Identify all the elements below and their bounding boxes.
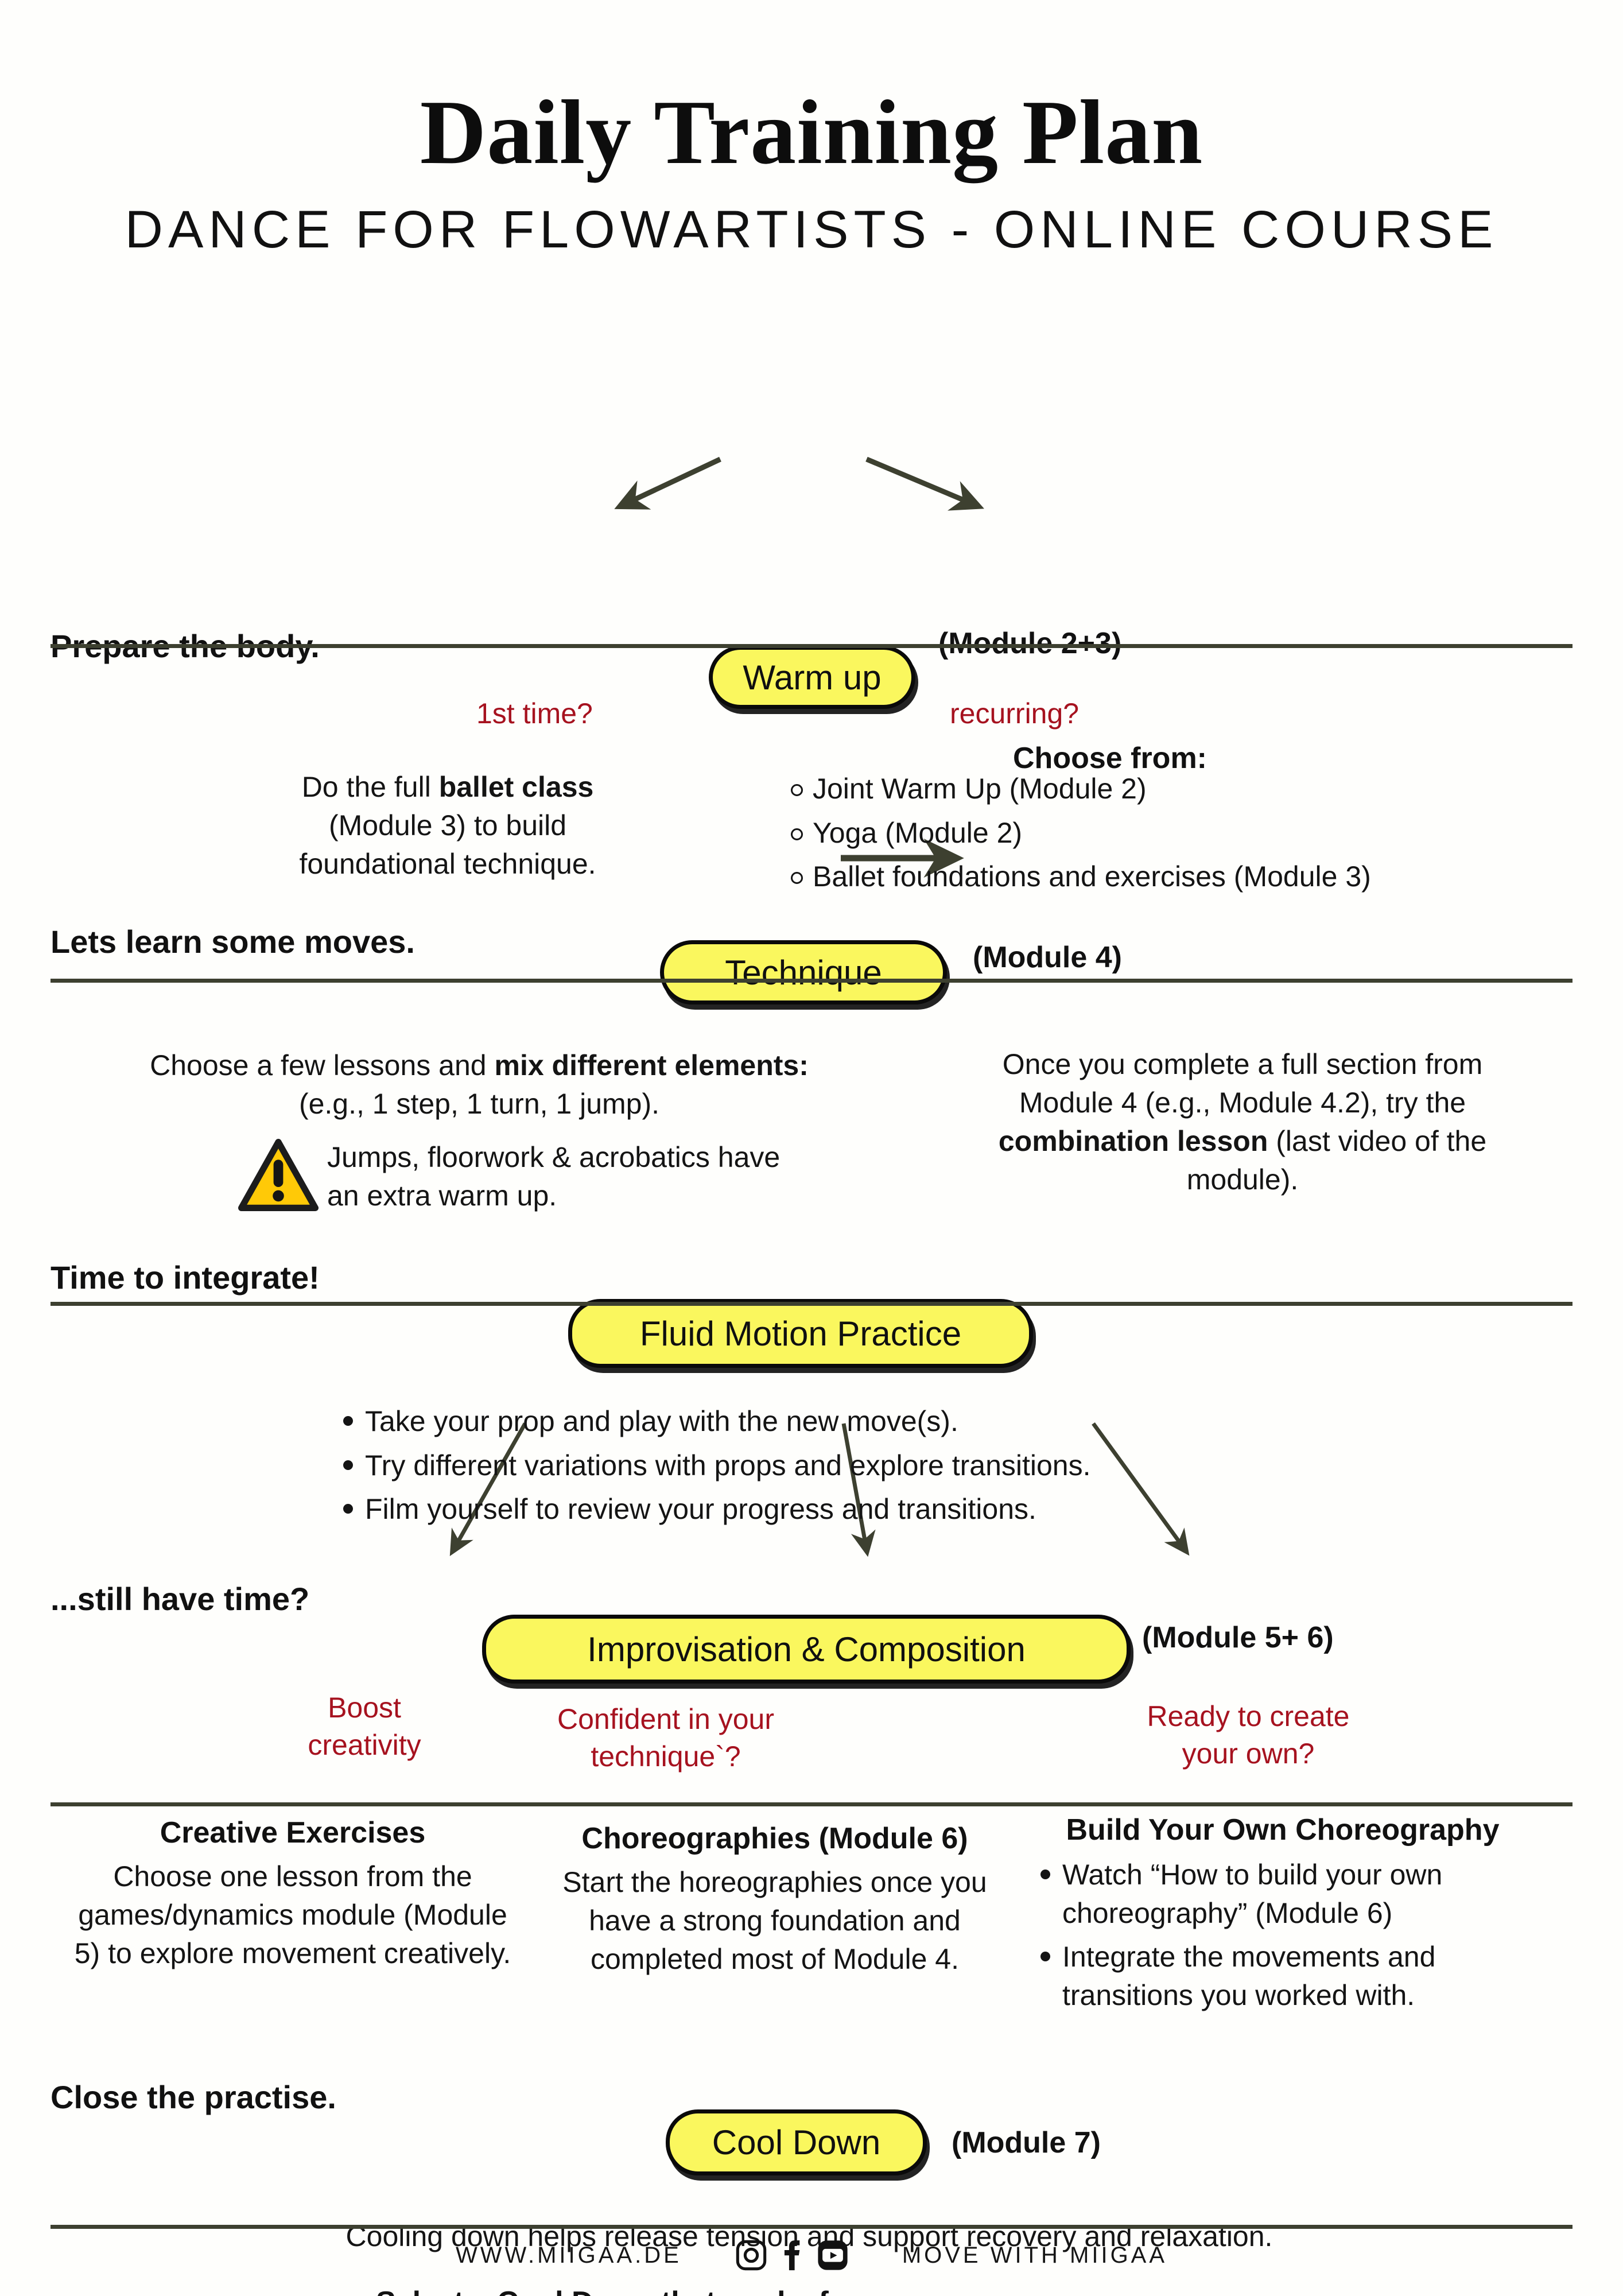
page-title: Daily Training Plan	[420, 81, 1203, 183]
divider-3	[51, 1302, 1572, 1306]
node-cool-down[interactable]: Cool Down	[666, 2109, 927, 2175]
technique-left-text: Choose a few lessons and mix different e…	[150, 1049, 809, 1120]
branch-label-boost-creativity: Boost creativity	[308, 1692, 421, 1761]
footer-website[interactable]: WWW.MIIGAA.DE	[456, 2243, 682, 2268]
list-item: Ballet foundations and exercises (Module…	[786, 858, 1567, 896]
divider-5	[51, 2225, 1572, 2229]
branch-label-first-time: 1st time?	[476, 697, 593, 730]
section-label-fluid-motion: Time to integrate!	[51, 1259, 320, 1296]
list-item: Try different variations with props and …	[339, 1446, 1429, 1485]
footer-tagline: MOVE WITH MIIGAA	[902, 2242, 1168, 2268]
page-footer: WWW.MIIGAA.DE MOVE WITH MIIGAA	[0, 2239, 1623, 2272]
divider-2	[51, 979, 1572, 983]
infographic-page: Daily Training Plan DANCE FOR FLOWARTIST…	[0, 0, 1623, 2296]
facebook-icon[interactable]	[781, 2239, 803, 2272]
technique-warning-text: Jumps, floorwork & acrobatics have an ex…	[327, 1141, 781, 1212]
module-tag-warm-up: (Module 2+3)	[938, 627, 1122, 660]
branch-label-recurring: recurring?	[950, 697, 1080, 730]
divider-4	[51, 1802, 1572, 1806]
divider-1	[51, 644, 1572, 648]
column-heading-choreographies: Choreographies (Module 6)	[581, 1822, 968, 1855]
list-item: Integrate the movements and transitions …	[1036, 1938, 1535, 2014]
page-header: Daily Training Plan DANCE FOR FLOWARTIST…	[0, 0, 1623, 260]
node-fluid-motion-practice[interactable]: Fluid Motion Practice	[568, 1299, 1033, 1368]
arrow-warmup-left	[614, 456, 721, 510]
column-heading-build-own-choreography: Build Your Own Choreography	[1066, 1813, 1500, 1847]
column-heading-creative-exercises: Creative Exercises	[160, 1816, 426, 1849]
list-item: Watch “How to build your own choreograph…	[1036, 1856, 1535, 1932]
node-technique[interactable]: Technique	[660, 940, 947, 1004]
list-item: Film yourself to review your progress an…	[339, 1490, 1429, 1529]
list-item: Take your prop and play with the new mov…	[339, 1402, 1429, 1441]
warm-up-options-list: Joint Warm Up (Module 2) Yoga (Module 2) B…	[786, 770, 1567, 902]
column-text-choreographies: Start the horeographies once you have a …	[562, 1866, 987, 1975]
list-item: Yoga (Module 2)	[786, 814, 1567, 852]
social-icon-group	[735, 2239, 849, 2272]
column-text-creative-exercises: Choose one lesson from the games/dynamic…	[74, 1860, 511, 1969]
column-list-build-own-choreography: Watch “How to build your own choreograph…	[1036, 1856, 1535, 2020]
arrow-warmup-right	[865, 456, 984, 511]
module-tag-cool-down: (Module 7)	[952, 2126, 1101, 2159]
section-label-cool-down: Close the practise.	[51, 2079, 336, 2115]
module-tag-improvisation: (Module 5+ 6)	[1142, 1621, 1334, 1654]
node-warm-up[interactable]: Warm up	[709, 646, 915, 709]
cool-down-list-heading: Select a Cool Down that works for you:	[376, 2285, 930, 2296]
technique-right-text: Once you complete a full section from Mo…	[998, 1048, 1487, 1196]
module-tag-technique: (Module 4)	[973, 941, 1122, 974]
branch-label-ready-create: Ready to create your own?	[1147, 1700, 1350, 1770]
section-label-improvisation: ...still have time?	[51, 1581, 310, 1617]
list-item: Joint Warm Up (Module 2)	[786, 770, 1567, 808]
fluid-motion-list: Take your prop and play with the new mov…	[339, 1402, 1429, 1534]
page-subtitle: DANCE FOR FLOWARTISTS - ONLINE COURSE	[125, 200, 1498, 259]
instagram-icon[interactable]	[735, 2239, 768, 2272]
section-label-technique: Lets learn some moves.	[51, 924, 415, 960]
node-improvisation-composition[interactable]: Improvisation & Composition	[482, 1615, 1131, 1684]
warm-up-left-text: Do the full ballet class (Module 3) to b…	[299, 771, 596, 880]
warning-triangle-icon	[238, 1139, 319, 1211]
branch-label-confident-technique: Confident in your technique`?	[557, 1703, 774, 1773]
youtube-icon[interactable]	[816, 2239, 849, 2272]
